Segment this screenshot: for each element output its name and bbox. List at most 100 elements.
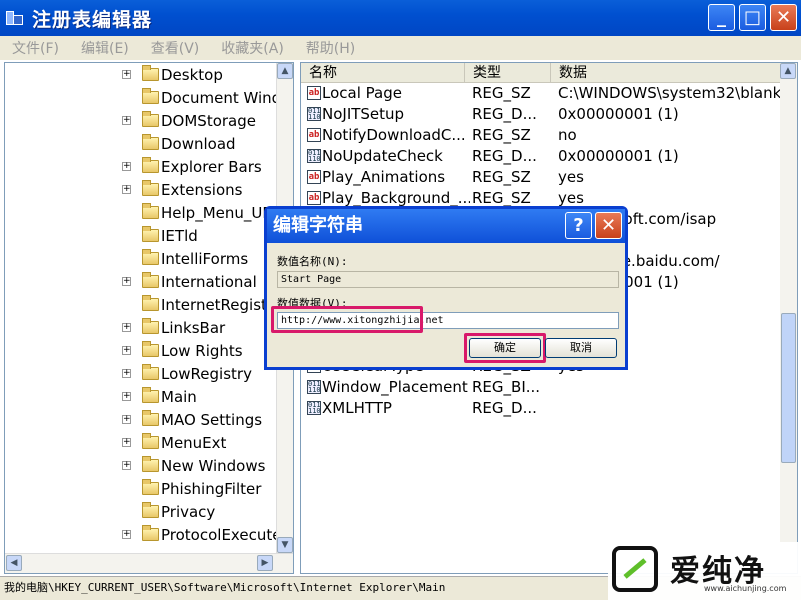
expand-icon[interactable]: + xyxy=(122,323,131,332)
expand-icon[interactable]: + xyxy=(122,277,131,286)
scroll-down-icon[interactable]: ▼ xyxy=(277,537,293,553)
value-type: REG_D... xyxy=(472,399,537,417)
help-button[interactable]: ? xyxy=(565,212,592,239)
folder-icon xyxy=(142,226,159,242)
value-row[interactable]: 011 110 XMLHTTP REG_D... xyxy=(301,398,781,419)
string-value-icon: ab xyxy=(307,191,321,205)
registry-tree[interactable]: + ProtocolExecute Privacy PhishingFilter + Ne… xyxy=(4,62,294,574)
value-type: REG_D... xyxy=(472,105,537,123)
folder-icon xyxy=(142,410,159,426)
expand-icon[interactable]: + xyxy=(122,162,131,171)
tree-item-label: Help_Menu_UR xyxy=(161,203,273,222)
expand-icon[interactable]: + xyxy=(122,70,131,79)
value-name: Window_Placement xyxy=(322,378,468,396)
expand-icon[interactable]: + xyxy=(122,392,131,401)
value-row[interactable]: 011 110 NoJITSetup REG_D... 0x00000001 (1) xyxy=(301,104,781,125)
title-bar: 注册表编辑器 _ □ ✕ xyxy=(0,0,801,36)
close-button[interactable]: ✕ xyxy=(770,4,797,31)
value-name: XMLHTTP xyxy=(322,399,392,417)
tree-item-label: InternetRegistr xyxy=(161,295,274,314)
tree-item-label: DOMStorage xyxy=(161,111,256,130)
tree-item[interactable]: + Low Rights xyxy=(5,339,275,362)
value-row[interactable]: 011 110 NoUpdateCheck REG_D... 0x00000001 (… xyxy=(301,146,781,167)
tree-item[interactable]: + MenuExt xyxy=(5,431,275,454)
tree-item[interactable]: + International xyxy=(5,270,275,293)
string-value-icon: ab xyxy=(307,170,321,184)
column-type[interactable]: 类型 xyxy=(465,63,551,83)
expand-icon[interactable]: + xyxy=(122,116,131,125)
tree-item-label: Low Rights xyxy=(161,341,243,360)
tree-item[interactable]: + New Windows xyxy=(5,454,275,477)
value-data: no xyxy=(558,126,577,144)
scroll-up-icon[interactable]: ▲ xyxy=(780,63,796,79)
value-row[interactable]: ab Play_Animations REG_SZ yes xyxy=(301,167,781,188)
tree-item[interactable]: Document Windo xyxy=(5,86,290,109)
menu-view[interactable]: 查看(V) xyxy=(151,38,200,58)
expand-icon[interactable]: + xyxy=(122,369,131,378)
tree-item-label: Main xyxy=(161,387,197,406)
value-row[interactable]: ab Local Page REG_SZ C:\WINDOWS\system32\bl… xyxy=(301,83,781,104)
scroll-up-icon[interactable]: ▲ xyxy=(277,63,293,79)
value-name-label: 数值名称(N): xyxy=(277,255,348,268)
edit-string-dialog: 编辑字符串 ? ✕ 数值名称(N): Start Page 数值数据(V): h… xyxy=(264,206,628,370)
tree-item[interactable]: InternetRegistr xyxy=(5,293,275,316)
tree-item[interactable]: + ProtocolExecute xyxy=(5,523,281,546)
folder-icon xyxy=(142,180,159,196)
tree-horizontal-scrollbar[interactable]: ◀ ▶ xyxy=(5,553,293,573)
tree-item[interactable]: Download xyxy=(5,132,275,155)
value-data: C:\WINDOWS\system32\blank. xyxy=(558,84,780,102)
scroll-right-icon[interactable]: ▶ xyxy=(257,555,273,571)
column-header: 名称 类型 数据 xyxy=(301,63,781,83)
binary-value-icon: 011 110 xyxy=(307,401,321,415)
value-row[interactable]: 011 110 Window_Placement REG_BI... xyxy=(301,377,781,398)
tree-item[interactable]: PhishingFilter xyxy=(5,477,275,500)
value-data: 0x00000001 (1) xyxy=(558,147,679,165)
string-value-icon: ab xyxy=(307,86,321,100)
cancel-button[interactable]: 取消 xyxy=(545,338,617,358)
string-value-icon: ab xyxy=(307,128,321,142)
binary-value-icon: 011 110 xyxy=(307,107,321,121)
scroll-thumb[interactable] xyxy=(781,313,796,463)
menu-file[interactable]: 文件(F) xyxy=(12,38,59,58)
expand-icon[interactable]: + xyxy=(122,185,131,194)
expand-icon[interactable]: + xyxy=(122,415,131,424)
maximize-button[interactable]: □ xyxy=(739,4,766,31)
folder-icon xyxy=(142,433,159,449)
tree-item[interactable]: Privacy xyxy=(5,500,275,523)
tree-item[interactable]: + LowRegistry xyxy=(5,362,275,385)
tree-item-label: MenuExt xyxy=(161,433,227,452)
value-row[interactable]: ab NotifyDownloadC... REG_SZ no xyxy=(301,125,781,146)
value-type: REG_SZ xyxy=(472,84,531,102)
tree-item[interactable]: + Extensions xyxy=(5,178,275,201)
expand-icon[interactable]: + xyxy=(122,346,131,355)
tree-item[interactable]: + Main xyxy=(5,385,275,408)
folder-icon xyxy=(142,456,159,472)
tree-item[interactable]: + Desktop xyxy=(5,63,275,86)
menu-edit[interactable]: 编辑(E) xyxy=(81,38,129,58)
tree-item[interactable]: + MAO Settings xyxy=(5,408,275,431)
folder-icon xyxy=(142,387,159,403)
aichunjing-logo-icon xyxy=(612,546,658,592)
folder-icon xyxy=(142,134,159,150)
scroll-left-icon[interactable]: ◀ xyxy=(6,555,22,571)
column-data[interactable]: 数据 xyxy=(551,63,781,83)
minimize-button[interactable]: _ xyxy=(708,4,735,31)
data-field-highlight xyxy=(271,306,423,333)
tree-item[interactable]: IntelliForms xyxy=(5,247,275,270)
values-vertical-scrollbar[interactable]: ▲ xyxy=(780,63,797,573)
menu-favorites[interactable]: 收藏夹(A) xyxy=(221,38,284,58)
tree-item[interactable]: Help_Menu_UR xyxy=(5,201,275,224)
expand-icon[interactable]: + xyxy=(122,438,131,447)
tree-item-label: Extensions xyxy=(161,180,243,199)
value-name: NotifyDownloadC... xyxy=(322,126,466,144)
tree-item[interactable]: IETld xyxy=(5,224,275,247)
tree-item-label: IETld xyxy=(161,226,198,245)
tree-item[interactable]: + LinksBar xyxy=(5,316,275,339)
tree-item[interactable]: + DOMStorage xyxy=(5,109,275,132)
column-name[interactable]: 名称 xyxy=(301,63,465,83)
expand-icon[interactable]: + xyxy=(122,461,131,470)
menu-help[interactable]: 帮助(H) xyxy=(306,38,355,58)
dialog-close-button[interactable]: ✕ xyxy=(595,212,622,239)
expand-icon[interactable]: + xyxy=(122,530,131,539)
tree-item[interactable]: + Explorer Bars xyxy=(5,155,275,178)
